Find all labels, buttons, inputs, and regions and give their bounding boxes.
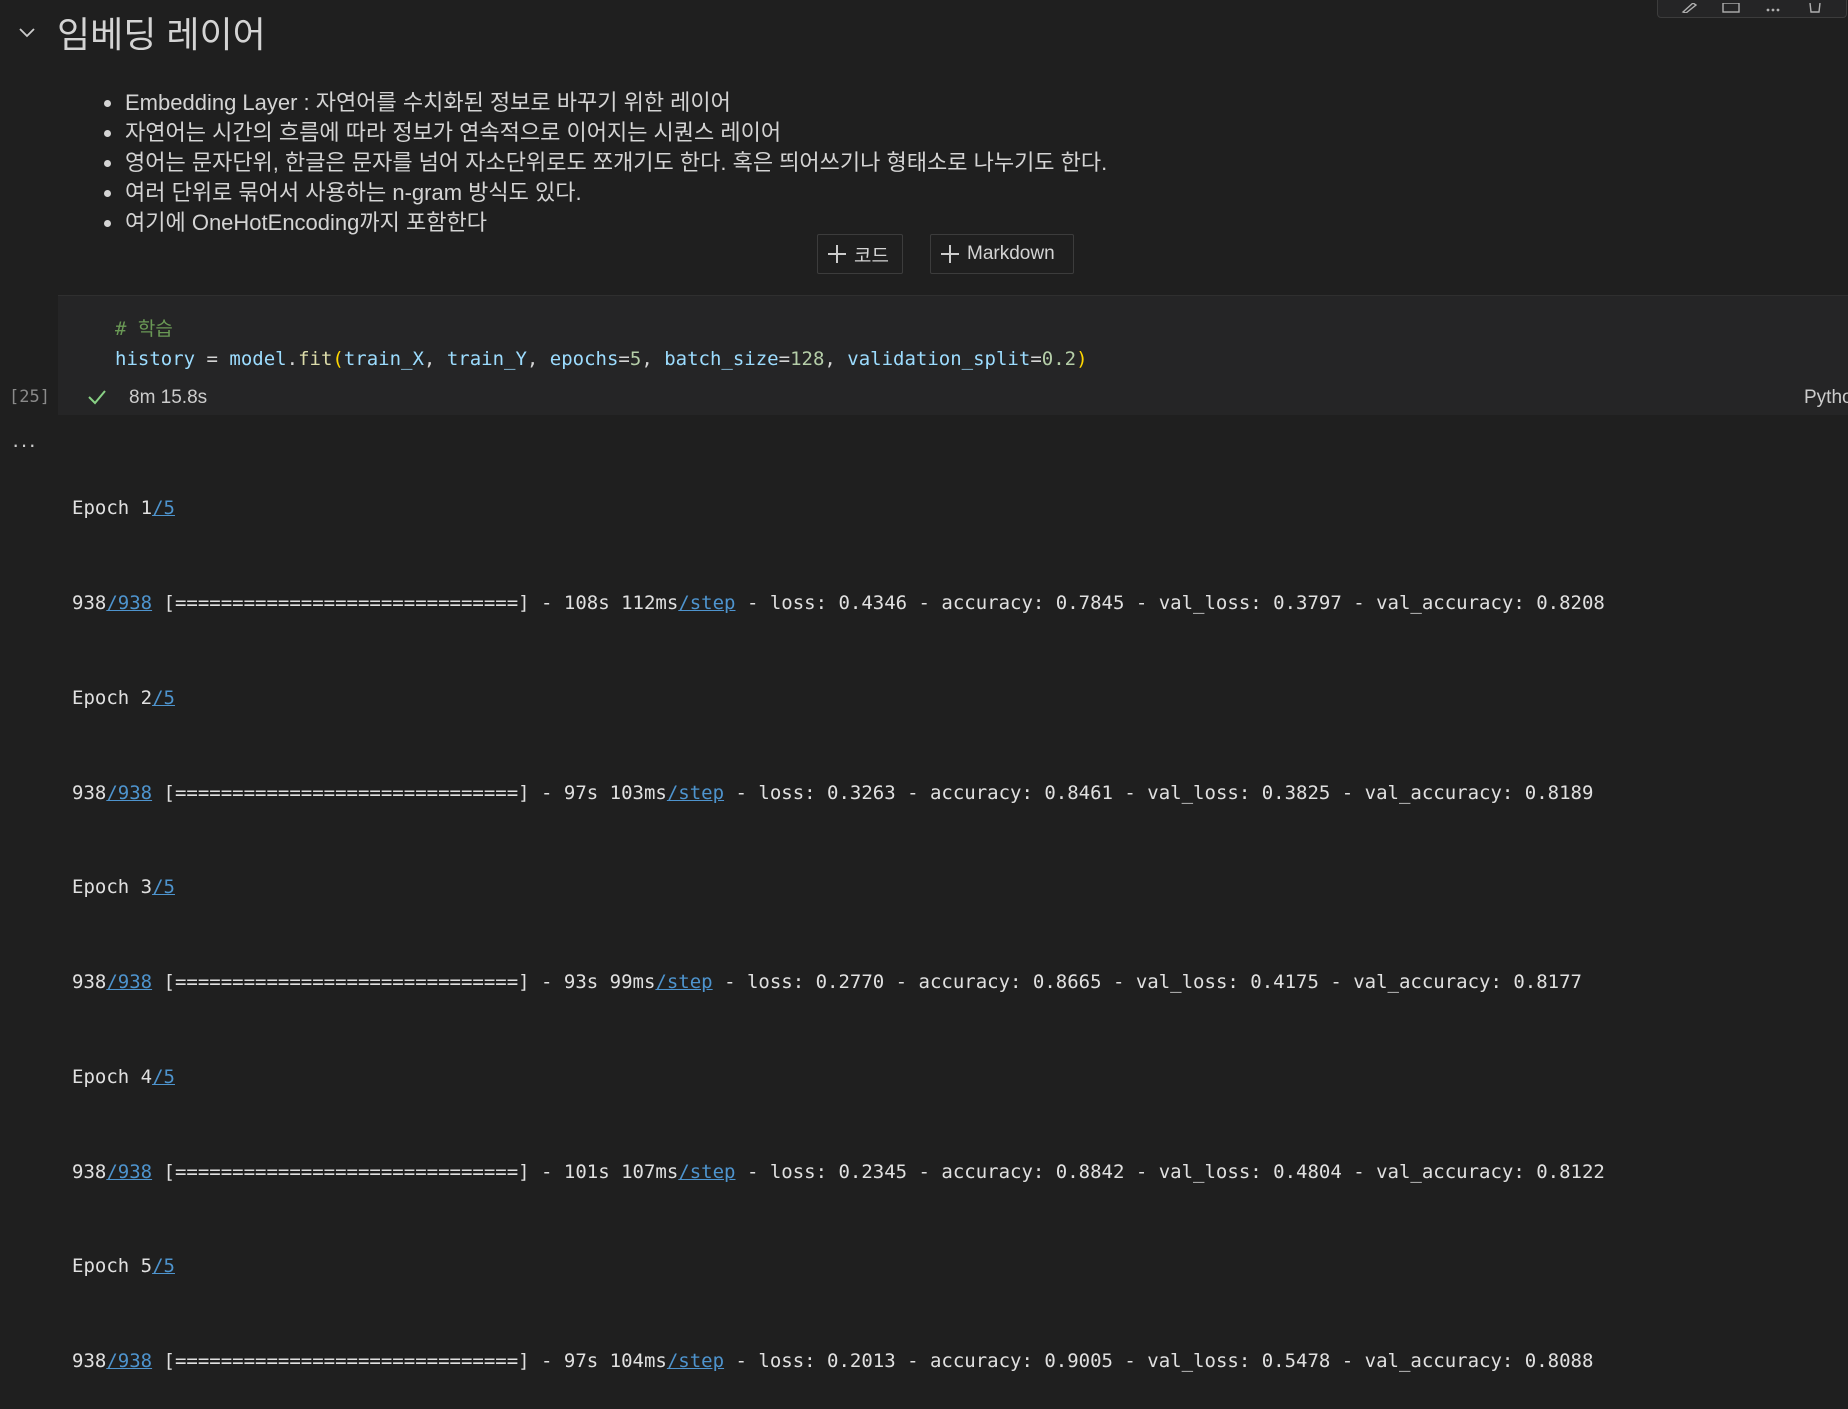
progress-text: [==============================] - 97s 1…: [152, 781, 667, 804]
metrics-text: - loss: 0.2770 - accuracy: 0.8665 - val_…: [712, 971, 1582, 994]
kernel-language-label[interactable]: Python: [1804, 387, 1848, 409]
output-link[interactable]: /step: [667, 782, 724, 804]
code-token: =: [195, 348, 230, 370]
output-line: 938/938 [==============================]…: [72, 778, 1605, 810]
code-line: history = model.fit(train_X, train_Y, ep…: [115, 344, 1848, 374]
metrics-text: - loss: 0.4346 - accuracy: 0.7845 - val_…: [735, 591, 1605, 614]
code-token: ,: [423, 348, 447, 370]
epoch-label: Epoch 3: [72, 876, 153, 899]
output-link[interactable]: /step: [678, 1161, 735, 1183]
code-token: history: [115, 348, 196, 370]
list-item: 여러 단위로 묶어서 사용하는 n-gram 방식도 있다.: [100, 178, 1107, 208]
plus-icon: [828, 245, 846, 263]
step-count: 938: [72, 1160, 107, 1183]
output-line: Epoch 3/5: [72, 872, 1605, 904]
code-token: validation_split: [847, 348, 1031, 370]
code-token: 5: [629, 348, 642, 370]
output-link[interactable]: /5: [152, 1066, 175, 1088]
code-token: ,: [641, 348, 665, 370]
output-more-actions-icon[interactable]: ···: [12, 432, 37, 458]
progress-text: [==============================] - 101s …: [152, 1160, 679, 1183]
output-line: 938/938 [==============================]…: [72, 967, 1605, 999]
code-token: train_Y: [446, 348, 527, 370]
output-link[interactable]: /938: [106, 1350, 152, 1372]
epoch-label: Epoch 1: [72, 497, 153, 520]
delete-icon[interactable]: [1806, 0, 1824, 13]
output-line: Epoch 1/5: [72, 493, 1605, 525]
output-line: Epoch 5/5: [72, 1251, 1605, 1283]
edit-icon[interactable]: [1680, 0, 1698, 13]
progress-text: [==============================] - 108s …: [152, 591, 679, 614]
check-icon: [87, 387, 107, 407]
output-line: 938/938 [==============================]…: [72, 1157, 1605, 1189]
code-token: 128: [790, 348, 825, 370]
output-line: Epoch 2/5: [72, 683, 1605, 715]
code-editor[interactable]: # 학습 history = model.fit(train_X, train_Y…: [58, 296, 1848, 380]
code-token: train_X: [343, 348, 424, 370]
output-link[interactable]: /938: [106, 971, 152, 993]
output-link[interactable]: /step: [655, 971, 712, 993]
chevron-down-icon[interactable]: [18, 26, 36, 40]
insert-cell-bar: 코드 Markdown: [0, 234, 1848, 274]
cell-toolbar: [1657, 0, 1847, 18]
list-item: 영어는 문자단위, 한글은 문자를 넘어 자소단위로도 쪼개기도 한다. 혹은 …: [100, 148, 1107, 178]
code-token: =: [1030, 348, 1042, 370]
epoch-label: Epoch 4: [72, 1065, 153, 1088]
code-comment-line: # 학습: [115, 314, 1848, 344]
output-link[interactable]: /5: [152, 1255, 175, 1277]
markdown-bullet-list: Embedding Layer : 자연어를 수치화된 정보로 바꾸기 위한 레…: [100, 88, 1107, 238]
split-cell-icon[interactable]: [1722, 0, 1740, 13]
code-token: (: [332, 348, 344, 370]
output-link[interactable]: /5: [152, 876, 175, 898]
plus-icon: [941, 245, 959, 263]
progress-text: [==============================] - 97s 1…: [152, 1350, 667, 1373]
add-markdown-label: Markdown: [967, 243, 1055, 264]
code-token: =: [778, 348, 791, 370]
step-count: 938: [72, 1350, 107, 1373]
list-item: 자연어는 시간의 흐름에 따라 정보가 연속적으로 이어지는 시퀀스 레이어: [100, 118, 1107, 148]
output-line: 938/938 [==============================]…: [72, 1346, 1605, 1378]
cell-status-bar: 8m 15.8s Python: [58, 379, 1848, 415]
metrics-text: - loss: 0.3263 - accuracy: 0.8461 - val_…: [724, 781, 1594, 804]
code-token: batch_size: [664, 348, 779, 370]
output-link[interactable]: /5: [152, 497, 175, 519]
code-token: 0.2: [1041, 348, 1077, 370]
step-count: 938: [72, 971, 107, 994]
add-markdown-cell-button[interactable]: Markdown: [930, 234, 1074, 274]
section-title: 임베딩 레이어: [57, 14, 266, 55]
output-link[interactable]: /step: [667, 1350, 724, 1372]
output-link[interactable]: /step: [678, 592, 735, 614]
markdown-section-header: 임베딩 레이어: [0, 0, 800, 62]
code-token: epochs: [549, 348, 619, 370]
metrics-text: - loss: 0.2013 - accuracy: 0.9005 - val_…: [724, 1350, 1594, 1373]
epoch-label: Epoch 2: [72, 686, 153, 709]
output-link[interactable]: /938: [106, 592, 152, 614]
output-link[interactable]: /938: [106, 1161, 152, 1183]
execution-count: [25]: [9, 387, 50, 407]
list-item: Embedding Layer : 자연어를 수치화된 정보로 바꾸기 위한 레…: [100, 88, 1107, 118]
more-actions-icon[interactable]: [1764, 0, 1782, 13]
output-link[interactable]: /5: [152, 687, 175, 709]
code-comment: # 학습: [115, 318, 173, 340]
execution-time: 8m 15.8s: [129, 387, 208, 408]
output-link[interactable]: /938: [106, 782, 152, 804]
code-token: fit: [298, 348, 333, 370]
code-token: ,: [526, 348, 550, 370]
metrics-text: - loss: 0.2345 - accuracy: 0.8842 - val_…: [735, 1160, 1605, 1183]
step-count: 938: [72, 781, 107, 804]
epoch-label: Epoch 5: [72, 1255, 153, 1278]
progress-text: [==============================] - 93s 9…: [152, 971, 656, 994]
add-code-label: 코드: [854, 245, 889, 267]
add-code-cell-button[interactable]: 코드: [817, 234, 903, 274]
output-line: 938/938 [==============================]…: [72, 588, 1605, 620]
code-token: =: [618, 348, 630, 370]
code-token: model: [229, 348, 287, 370]
code-token: ): [1076, 348, 1088, 370]
output-line: Epoch 4/5: [72, 1062, 1605, 1094]
cell-output: Epoch 1/5 938/938 [=====================…: [72, 430, 1605, 1409]
code-token: .: [286, 348, 299, 370]
code-token: ,: [824, 348, 848, 370]
step-count: 938: [72, 591, 107, 614]
